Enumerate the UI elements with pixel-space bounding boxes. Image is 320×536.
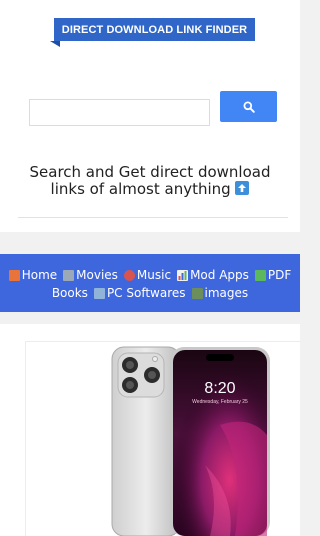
nav-item-label: Mod Apps xyxy=(190,268,249,282)
phone-clock: 8:20 xyxy=(204,380,235,397)
nav-item-label: Music xyxy=(136,268,172,282)
nav-item-label: PC Softwares xyxy=(106,286,186,300)
picture-icon xyxy=(191,287,203,299)
nav-item-music[interactable]: Music xyxy=(123,268,172,282)
category-nav: Home Movies Music Mod Apps PDF Books PC … xyxy=(0,254,300,312)
nav-item-label: Books xyxy=(51,286,88,300)
nav-item-label: PDF xyxy=(267,268,292,282)
nav-item-books[interactable]: Books xyxy=(52,286,88,300)
tv-icon xyxy=(63,269,75,281)
nav-item-pdf[interactable]: PDF xyxy=(254,268,292,282)
phone-date: Wednesday, February 25 xyxy=(192,399,248,405)
search-button[interactable] xyxy=(220,91,277,122)
search-icon xyxy=(243,101,255,113)
nav-row-2: Books PC Softwares images xyxy=(0,286,300,300)
nav-item-home[interactable]: Home xyxy=(8,268,58,282)
tagline-text: Search and Get direct download links of … xyxy=(29,163,271,198)
site-title-banner: DIRECT DOWNLOAD LINK FINDER xyxy=(54,18,255,41)
nav-item-images[interactable]: images xyxy=(191,286,249,300)
laptop-icon xyxy=(93,287,105,299)
house-icon xyxy=(8,269,20,281)
nav-row-1: Home Movies Music Mod Apps PDF xyxy=(0,268,300,282)
nav-item-movies[interactable]: Movies xyxy=(63,268,118,282)
site-title: DIRECT DOWNLOAD LINK FINDER xyxy=(61,23,248,36)
green-book-icon xyxy=(254,269,266,281)
search-input[interactable] xyxy=(29,99,210,126)
smartphone-image[interactable]: 8:20 Wednesday, February 25 xyxy=(110,345,270,536)
nav-item-label: Home xyxy=(21,268,58,282)
divider xyxy=(18,217,288,218)
chart-icon xyxy=(177,269,189,281)
nav-item-pc-softwares[interactable]: PC Softwares xyxy=(93,286,186,300)
nav-item-label: images xyxy=(204,286,249,300)
guitar-icon xyxy=(123,269,135,281)
tagline: Search and Get direct download links of … xyxy=(10,164,290,198)
nav-item-mod-apps[interactable]: Mod Apps xyxy=(177,268,249,282)
nav-item-label: Movies xyxy=(76,268,118,282)
up-arrow-icon xyxy=(235,181,250,195)
